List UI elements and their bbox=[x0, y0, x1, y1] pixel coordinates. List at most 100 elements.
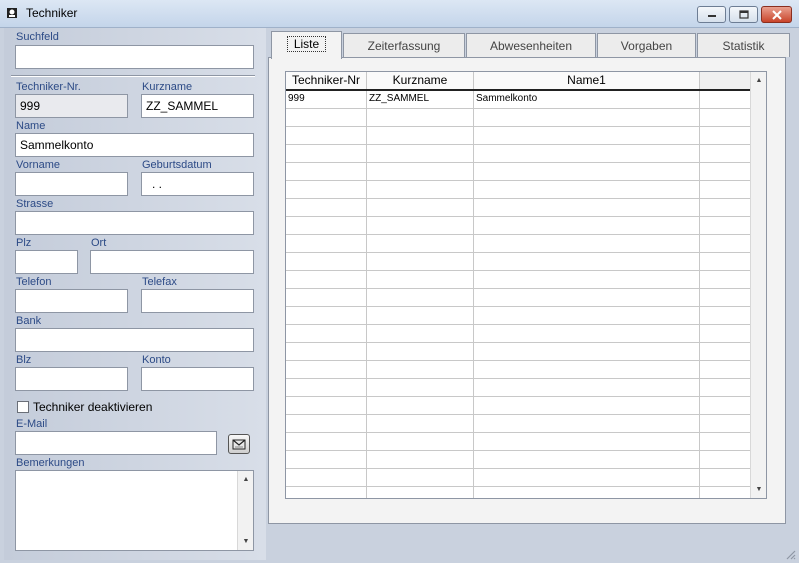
geburtsdatum-input[interactable]: . . bbox=[141, 172, 254, 196]
blz-input[interactable] bbox=[15, 367, 128, 391]
table-cell bbox=[286, 451, 367, 468]
tab-statistik[interactable]: Statistik bbox=[697, 33, 790, 57]
table-row[interactable] bbox=[286, 487, 750, 498]
maximize-button[interactable] bbox=[729, 6, 758, 23]
table-cell bbox=[700, 397, 750, 414]
geburtsdatum-label: Geburtsdatum bbox=[142, 159, 212, 171]
deaktivieren-checkbox[interactable] bbox=[17, 401, 29, 413]
suchfeld-input[interactable] bbox=[15, 45, 254, 69]
table-cell bbox=[474, 127, 700, 144]
table-row[interactable] bbox=[286, 397, 750, 415]
table-cell bbox=[367, 469, 474, 486]
plz-input[interactable] bbox=[15, 250, 78, 274]
table-row[interactable] bbox=[286, 343, 750, 361]
table-row[interactable] bbox=[286, 253, 750, 271]
name-label: Name bbox=[16, 120, 46, 132]
table-cell bbox=[700, 127, 750, 144]
name-input[interactable]: Sammelkonto bbox=[15, 133, 254, 157]
table-cell bbox=[474, 361, 700, 378]
ort-input[interactable] bbox=[90, 250, 254, 274]
techniker-grid[interactable]: Techniker-Nr Kurzname Name1 999 ZZ_SAMMEL… bbox=[285, 71, 767, 499]
table-row[interactable] bbox=[286, 109, 750, 127]
table-cell bbox=[474, 163, 700, 180]
send-email-button[interactable] bbox=[228, 434, 250, 454]
table-row[interactable]: 999 ZZ_SAMMEL Sammelkonto bbox=[286, 91, 750, 109]
tab-abwesenheiten[interactable]: Abwesenheiten bbox=[466, 33, 596, 57]
email-label: E-Mail bbox=[16, 418, 48, 430]
table-cell bbox=[474, 145, 700, 162]
app-icon bbox=[7, 8, 17, 18]
strasse-label: Strasse bbox=[16, 198, 54, 210]
window-title: Techniker bbox=[26, 6, 78, 20]
tab-vorgaben[interactable]: Vorgaben bbox=[597, 33, 696, 57]
scroll-up-icon[interactable]: ▲ bbox=[238, 475, 254, 485]
kurzname-input[interactable]: ZZ_SAMMEL bbox=[141, 94, 254, 118]
table-row[interactable] bbox=[286, 307, 750, 325]
table-cell bbox=[700, 109, 750, 126]
minimize-button[interactable] bbox=[697, 6, 726, 23]
table-cell bbox=[700, 451, 750, 468]
table-cell bbox=[286, 235, 367, 252]
bemerkungen-scrollbar[interactable]: ▲ ▼ bbox=[237, 471, 253, 550]
table-cell bbox=[286, 361, 367, 378]
table-cell bbox=[700, 271, 750, 288]
tab-liste[interactable]: Liste bbox=[271, 31, 342, 59]
table-row[interactable] bbox=[286, 415, 750, 433]
table-cell bbox=[286, 109, 367, 126]
bemerkungen-textarea[interactable] bbox=[15, 470, 254, 551]
konto-input[interactable] bbox=[141, 367, 254, 391]
column-header-name1[interactable]: Name1 bbox=[474, 72, 700, 89]
table-row[interactable] bbox=[286, 289, 750, 307]
tab-zeiterfassung[interactable]: Zeiterfassung bbox=[343, 33, 465, 57]
vorname-input[interactable] bbox=[15, 172, 128, 196]
table-row[interactable] bbox=[286, 145, 750, 163]
table-row[interactable] bbox=[286, 361, 750, 379]
scroll-down-icon[interactable]: ▼ bbox=[751, 485, 766, 495]
table-row[interactable] bbox=[286, 433, 750, 451]
telefon-input[interactable] bbox=[15, 289, 128, 313]
email-input[interactable] bbox=[15, 431, 217, 455]
table-cell bbox=[700, 199, 750, 216]
table-cell bbox=[286, 325, 367, 342]
table-row[interactable] bbox=[286, 271, 750, 289]
scroll-up-icon[interactable]: ▲ bbox=[751, 76, 766, 86]
table-row[interactable] bbox=[286, 469, 750, 487]
column-header-techniker-nr[interactable]: Techniker-Nr bbox=[286, 72, 367, 89]
blz-label: Blz bbox=[16, 354, 32, 366]
table-cell: 999 bbox=[286, 91, 367, 108]
table-cell bbox=[700, 307, 750, 324]
close-button[interactable] bbox=[761, 6, 792, 23]
table-cell bbox=[700, 253, 750, 270]
table-row[interactable] bbox=[286, 181, 750, 199]
table-cell bbox=[367, 235, 474, 252]
table-row[interactable] bbox=[286, 163, 750, 181]
table-cell bbox=[367, 361, 474, 378]
table-cell bbox=[286, 307, 367, 324]
table-row[interactable] bbox=[286, 451, 750, 469]
resize-grip-icon[interactable] bbox=[784, 548, 796, 560]
table-cell bbox=[700, 289, 750, 306]
close-icon bbox=[771, 9, 782, 20]
kurzname-label: Kurzname bbox=[142, 81, 193, 93]
table-row[interactable] bbox=[286, 199, 750, 217]
column-header-kurzname[interactable]: Kurzname bbox=[367, 72, 474, 89]
table-row[interactable] bbox=[286, 379, 750, 397]
table-cell bbox=[474, 181, 700, 198]
telefax-input[interactable] bbox=[141, 289, 254, 313]
table-row[interactable] bbox=[286, 217, 750, 235]
strasse-input[interactable] bbox=[15, 211, 254, 235]
table-cell bbox=[700, 433, 750, 450]
scroll-down-icon[interactable]: ▼ bbox=[238, 537, 254, 547]
table-row[interactable] bbox=[286, 325, 750, 343]
title-bar bbox=[0, 0, 799, 28]
table-row[interactable] bbox=[286, 235, 750, 253]
table-row[interactable] bbox=[286, 127, 750, 145]
table-cell bbox=[700, 415, 750, 432]
grid-scrollbar[interactable]: ▲ ▼ bbox=[750, 72, 766, 498]
table-cell bbox=[474, 343, 700, 360]
table-cell bbox=[367, 127, 474, 144]
table-cell bbox=[367, 451, 474, 468]
telefax-label: Telefax bbox=[142, 276, 177, 288]
bank-input[interactable] bbox=[15, 328, 254, 352]
vorname-label: Vorname bbox=[16, 159, 61, 171]
